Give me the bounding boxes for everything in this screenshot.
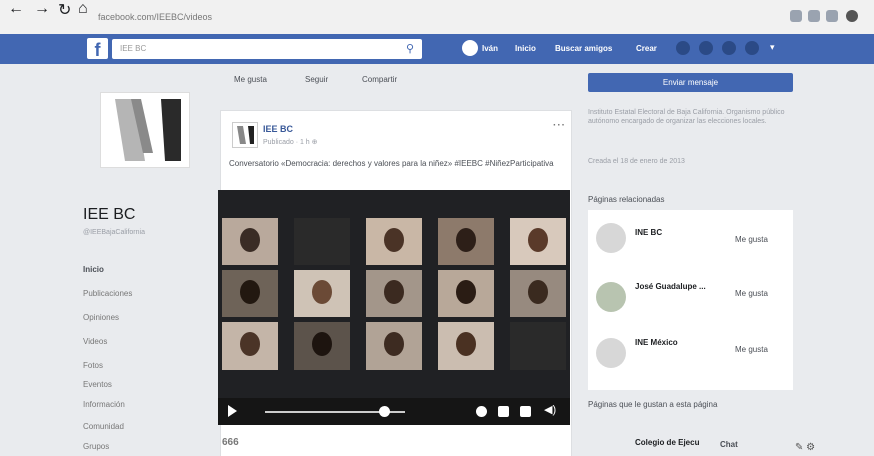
video-participant-tile	[366, 218, 422, 265]
video-participant-tile	[510, 218, 566, 265]
chat-button[interactable]: Chat	[720, 440, 738, 449]
extension-icon[interactable]	[808, 10, 820, 22]
create-link[interactable]: Crear	[636, 44, 657, 53]
video-participant-tile	[510, 270, 566, 317]
video-participant-tile	[222, 218, 278, 265]
page-nav-photos[interactable]: Fotos	[83, 361, 103, 370]
fullscreen-icon[interactable]	[520, 406, 531, 417]
video-scrubber-handle[interactable]	[379, 406, 390, 417]
related-page-name[interactable]: INE BC	[635, 228, 662, 237]
video-participant-tile	[366, 322, 422, 370]
page-nav-videos[interactable]: Videos	[83, 337, 107, 346]
follow-page-button[interactable]: Seguir	[305, 75, 328, 84]
related-page-name[interactable]: José Guadalupe ...	[635, 282, 706, 291]
page-nav-groups[interactable]: Grupos	[83, 442, 109, 451]
post-author-name[interactable]: IEE BC	[263, 124, 293, 134]
search-input[interactable]: IEE BC ⚲	[112, 39, 422, 59]
back-icon[interactable]: ←	[8, 0, 24, 18]
profile-link[interactable]: Iván	[482, 44, 498, 53]
post-meta: Publicado · 1 h ⊕	[263, 138, 318, 146]
post-text: Conversatorio «Democracia: derechos y va…	[229, 159, 554, 168]
post-timestamp[interactable]: Publicado · 1 h	[263, 139, 310, 146]
page-nav-events[interactable]: Eventos	[83, 380, 112, 389]
find-friends-link[interactable]: Buscar amigos	[555, 44, 612, 53]
video-participant-tile	[294, 322, 350, 370]
page-profile-picture[interactable]	[100, 92, 190, 168]
help-icon[interactable]	[745, 41, 759, 55]
video-participant-tile	[438, 322, 494, 370]
facebook-logo-icon[interactable]: f	[87, 38, 108, 60]
forward-icon[interactable]: →	[34, 0, 50, 18]
video-participant-tile	[222, 270, 278, 317]
page-created-date: Creada el 18 de enero de 2013	[588, 158, 685, 165]
reactions-summary[interactable]: 666	[222, 437, 239, 448]
related-page-avatar[interactable]	[596, 282, 626, 312]
reload-icon[interactable]: ↻	[58, 0, 71, 20]
notifications-icon[interactable]	[722, 41, 736, 55]
related-page-name[interactable]: INE México	[635, 338, 678, 347]
share-page-button[interactable]: Compartir	[362, 75, 397, 84]
video-player[interactable]	[218, 190, 570, 425]
page-handle[interactable]: @IEEBajaCalifornia	[83, 228, 201, 237]
video-participant-tile	[222, 322, 278, 370]
page-nav-info[interactable]: Información	[83, 400, 125, 409]
video-participant-tile	[366, 270, 422, 317]
video-participant-tile	[438, 218, 494, 265]
extension-icon[interactable]	[826, 10, 838, 22]
volume-icon[interactable]: ◀)	[544, 403, 556, 416]
chat-options-icon[interactable]: ✎ ⚙	[795, 442, 815, 453]
related-page-avatar[interactable]	[596, 338, 626, 368]
page-nav-posts[interactable]: Publicaciones	[83, 289, 132, 298]
liked-pages-header: Páginas que le gustan a esta página	[588, 400, 718, 409]
video-participant-tile	[438, 270, 494, 317]
related-page-like-button[interactable]: Me gusta	[735, 289, 768, 298]
like-page-button[interactable]: Me gusta	[234, 75, 267, 84]
home-link[interactable]: Inicio	[515, 44, 536, 53]
address-bar[interactable]: facebook.com/IEEBC/videos	[98, 8, 678, 26]
video-participant-tile	[294, 218, 350, 265]
page-about-text: Instituto Estatal Electoral de Baja Cali…	[588, 109, 785, 125]
extension-icon[interactable]	[790, 10, 802, 22]
search-placeholder: IEE BC	[120, 44, 147, 53]
post-options-icon[interactable]: ···	[553, 120, 566, 131]
settings-icon[interactable]	[476, 406, 487, 417]
related-page-like-button[interactable]: Me gusta	[735, 235, 768, 244]
avatar[interactable]	[462, 40, 478, 56]
related-page-avatar[interactable]	[596, 223, 626, 253]
menu-chevron-icon[interactable]: ▾	[770, 42, 775, 53]
related-page-like-button[interactable]: Me gusta	[735, 345, 768, 354]
page-nav-community[interactable]: Comunidad	[83, 422, 124, 431]
search-icon[interactable]: ⚲	[406, 39, 414, 59]
home-icon[interactable]: ⌂	[78, 0, 88, 18]
play-icon[interactable]	[228, 405, 237, 417]
send-message-button[interactable]: Enviar mensaje	[588, 73, 793, 92]
picture-in-picture-icon[interactable]	[498, 406, 509, 417]
page-nav-home[interactable]: Inicio	[83, 265, 104, 274]
video-participant-tile	[294, 270, 350, 317]
video-participant-tile	[510, 322, 566, 370]
friend-requests-icon[interactable]	[676, 41, 690, 55]
globe-icon: ⊕	[311, 139, 318, 146]
profile-icon[interactable]	[846, 10, 858, 22]
page-nav-reviews[interactable]: Opiniones	[83, 313, 119, 322]
liked-page-name[interactable]: Colegio de Ejecu	[635, 438, 699, 447]
post-author-avatar[interactable]	[232, 122, 258, 148]
related-pages-header: Páginas relacionadas	[588, 195, 665, 204]
page-title: IEE BC	[83, 206, 136, 223]
messenger-icon[interactable]	[699, 41, 713, 55]
